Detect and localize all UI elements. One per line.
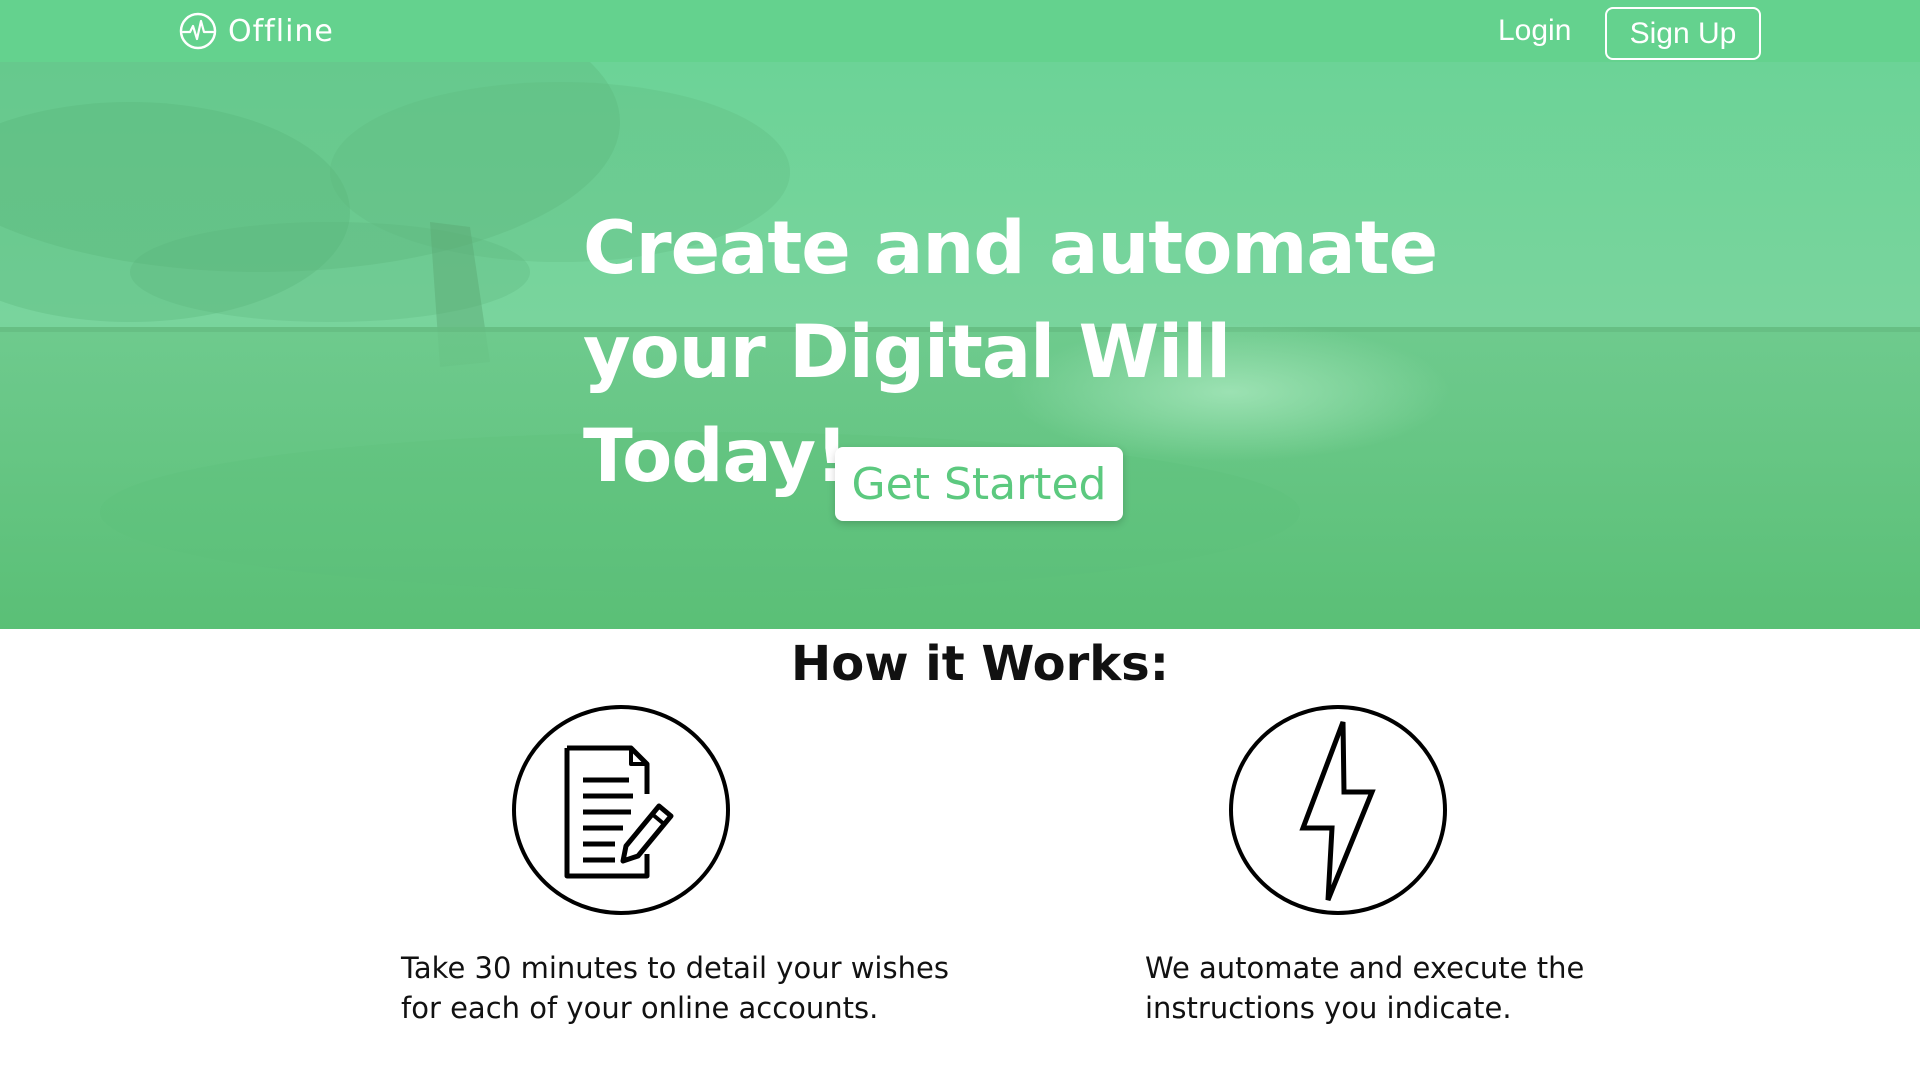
- hero-headline-line-1: Create and automate: [583, 206, 1438, 291]
- document-edit-icon: [512, 705, 730, 915]
- step-2-line-1: We automate and execute the: [1145, 951, 1585, 985]
- hero-section: Create and automate your Digital Will To…: [0, 62, 1920, 629]
- step-1-line-2: for each of your online accounts.: [401, 991, 879, 1025]
- top-navbar: Offline Login Sign Up: [0, 0, 1920, 62]
- step-1-line-1: Take 30 minutes to detail your wishes: [401, 951, 949, 985]
- step-2-line-2: instructions you indicate.: [1145, 991, 1512, 1025]
- step-1-description: Take 30 minutes to detail your wishes fo…: [401, 948, 961, 1028]
- step-2-description: We automate and execute the instructions…: [1145, 948, 1665, 1028]
- lightning-bolt-icon: [1229, 705, 1447, 915]
- brand-name: Offline: [228, 13, 334, 49]
- signup-button[interactable]: Sign Up: [1605, 7, 1761, 60]
- brand-link[interactable]: Offline: [178, 11, 334, 51]
- how-it-works-heading: How it Works:: [791, 636, 1169, 692]
- login-link[interactable]: Login: [1498, 11, 1571, 51]
- heartbeat-logo-icon: [179, 12, 217, 50]
- get-started-button[interactable]: Get Started: [835, 447, 1123, 521]
